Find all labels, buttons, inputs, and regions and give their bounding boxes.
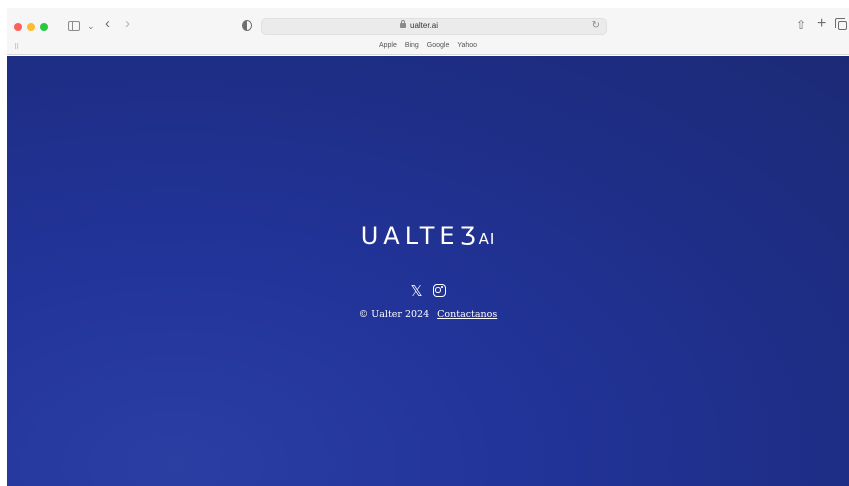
contact-link[interactable]: Contactanos xyxy=(437,309,497,320)
privacy-shield-icon[interactable] xyxy=(242,20,252,31)
maximize-window-button[interactable] xyxy=(40,23,48,31)
browser-window: ⌄ ‹ › ualter.ai ↻ ⇧ + ⠿ Apple Bing Googl… xyxy=(7,8,849,486)
tab-overview-icon[interactable] xyxy=(835,18,847,30)
back-icon[interactable]: ‹ xyxy=(105,16,110,31)
favorite-bing[interactable]: Bing xyxy=(405,42,419,49)
social-links: 𝕏 xyxy=(7,282,849,300)
address-bar[interactable]: ualter.ai ↻ xyxy=(261,18,607,35)
new-tab-icon[interactable]: + xyxy=(817,15,826,33)
favorite-google[interactable]: Google xyxy=(427,42,450,49)
url-text[interactable]: ualter.ai xyxy=(410,21,438,30)
instagram-icon[interactable] xyxy=(432,284,446,298)
favorite-apple[interactable]: Apple xyxy=(379,42,397,49)
forward-icon[interactable]: › xyxy=(125,16,130,31)
reload-icon[interactable]: ↻ xyxy=(592,20,600,31)
logo-text: UALTE xyxy=(360,222,460,250)
chevron-down-icon[interactable]: ⌄ xyxy=(87,20,95,32)
close-window-button[interactable] xyxy=(14,23,22,31)
sidebar-toggle-icon[interactable] xyxy=(68,21,80,31)
footer: © Ualter 2024 Contactanos xyxy=(7,309,849,320)
share-icon[interactable]: ⇧ xyxy=(796,18,806,32)
favorite-yahoo[interactable]: Yahoo xyxy=(457,42,477,49)
favorites-bar: Apple Bing Google Yahoo xyxy=(7,42,849,49)
minimize-window-button[interactable] xyxy=(27,23,35,31)
lock-icon xyxy=(400,20,406,28)
logo-suffix: AI xyxy=(478,230,496,248)
x-icon[interactable]: 𝕏 xyxy=(410,283,422,299)
ualter-logo: UALTEƷAI xyxy=(7,222,849,250)
page-content: UALTEƷAI 𝕏 © Ualter 2024 Contactanos xyxy=(7,56,849,486)
copyright-text: © Ualter 2024 xyxy=(358,309,430,320)
browser-toolbar: ⌄ ‹ › ualter.ai ↻ ⇧ + ⠿ Apple Bing Googl… xyxy=(7,8,849,55)
logo-mark: Ʒ xyxy=(459,222,481,250)
